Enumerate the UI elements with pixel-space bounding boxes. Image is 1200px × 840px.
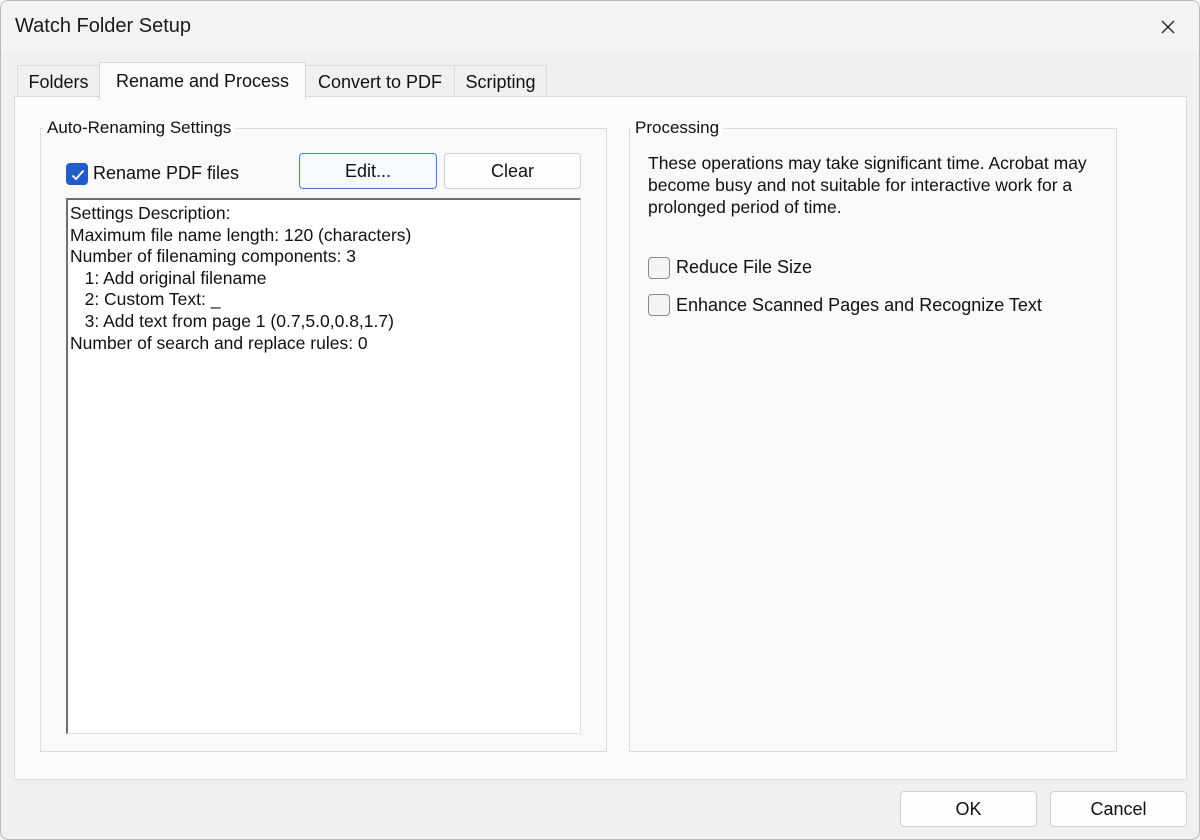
- description-line: 2: Custom Text: _: [70, 289, 221, 310]
- tab-folders[interactable]: Folders: [17, 65, 100, 99]
- close-button[interactable]: [1137, 1, 1199, 53]
- processing-group-label: Processing: [631, 118, 724, 138]
- description-line: Settings Description:: [70, 203, 231, 223]
- settings-description-box[interactable]: Settings Description: Maximum file name …: [66, 198, 581, 734]
- auto-renaming-group-label: Auto-Renaming Settings: [43, 118, 236, 138]
- reduce-file-size-checkbox[interactable]: [648, 257, 670, 279]
- description-line: 1: Add original filename: [70, 267, 267, 288]
- close-icon: [1161, 20, 1175, 34]
- cancel-button[interactable]: Cancel: [1050, 791, 1187, 827]
- rename-pdf-files-label[interactable]: Rename PDF files: [93, 163, 239, 184]
- rename-pdf-files-checkbox[interactable]: [66, 163, 88, 185]
- description-line: Number of search and replace rules: 0: [70, 332, 368, 353]
- clear-button[interactable]: Clear: [444, 153, 581, 189]
- tab-scripting[interactable]: Scripting: [454, 65, 547, 99]
- checkmark-icon: [71, 169, 85, 181]
- dialog-title: Watch Folder Setup: [15, 15, 192, 37]
- title-bar: Watch Folder Setup: [1, 1, 1199, 53]
- edit-button[interactable]: Edit...: [299, 153, 437, 189]
- processing-info-text: These operations may take significant ti…: [648, 153, 1087, 217]
- enhance-scanned-pages-label[interactable]: Enhance Scanned Pages and Recognize Text: [676, 295, 1042, 316]
- enhance-scanned-pages-checkbox[interactable]: [648, 294, 670, 316]
- processing-group: [629, 128, 1117, 752]
- ok-button[interactable]: OK: [900, 791, 1037, 827]
- reduce-file-size-label[interactable]: Reduce File Size: [676, 257, 812, 278]
- description-line: 3: Add text from page 1 (0.7,5.0,0.8,1.7…: [70, 310, 394, 331]
- description-line: Maximum file name length: 120 (character…: [70, 224, 412, 245]
- tab-convert-to-pdf[interactable]: Convert to PDF: [305, 65, 455, 99]
- description-line: Number of filenaming components: 3: [70, 246, 356, 267]
- tab-rename-and-process[interactable]: Rename and Process: [99, 62, 306, 100]
- watch-folder-setup-dialog: Watch Folder Setup Folders Rename and Pr…: [0, 0, 1200, 840]
